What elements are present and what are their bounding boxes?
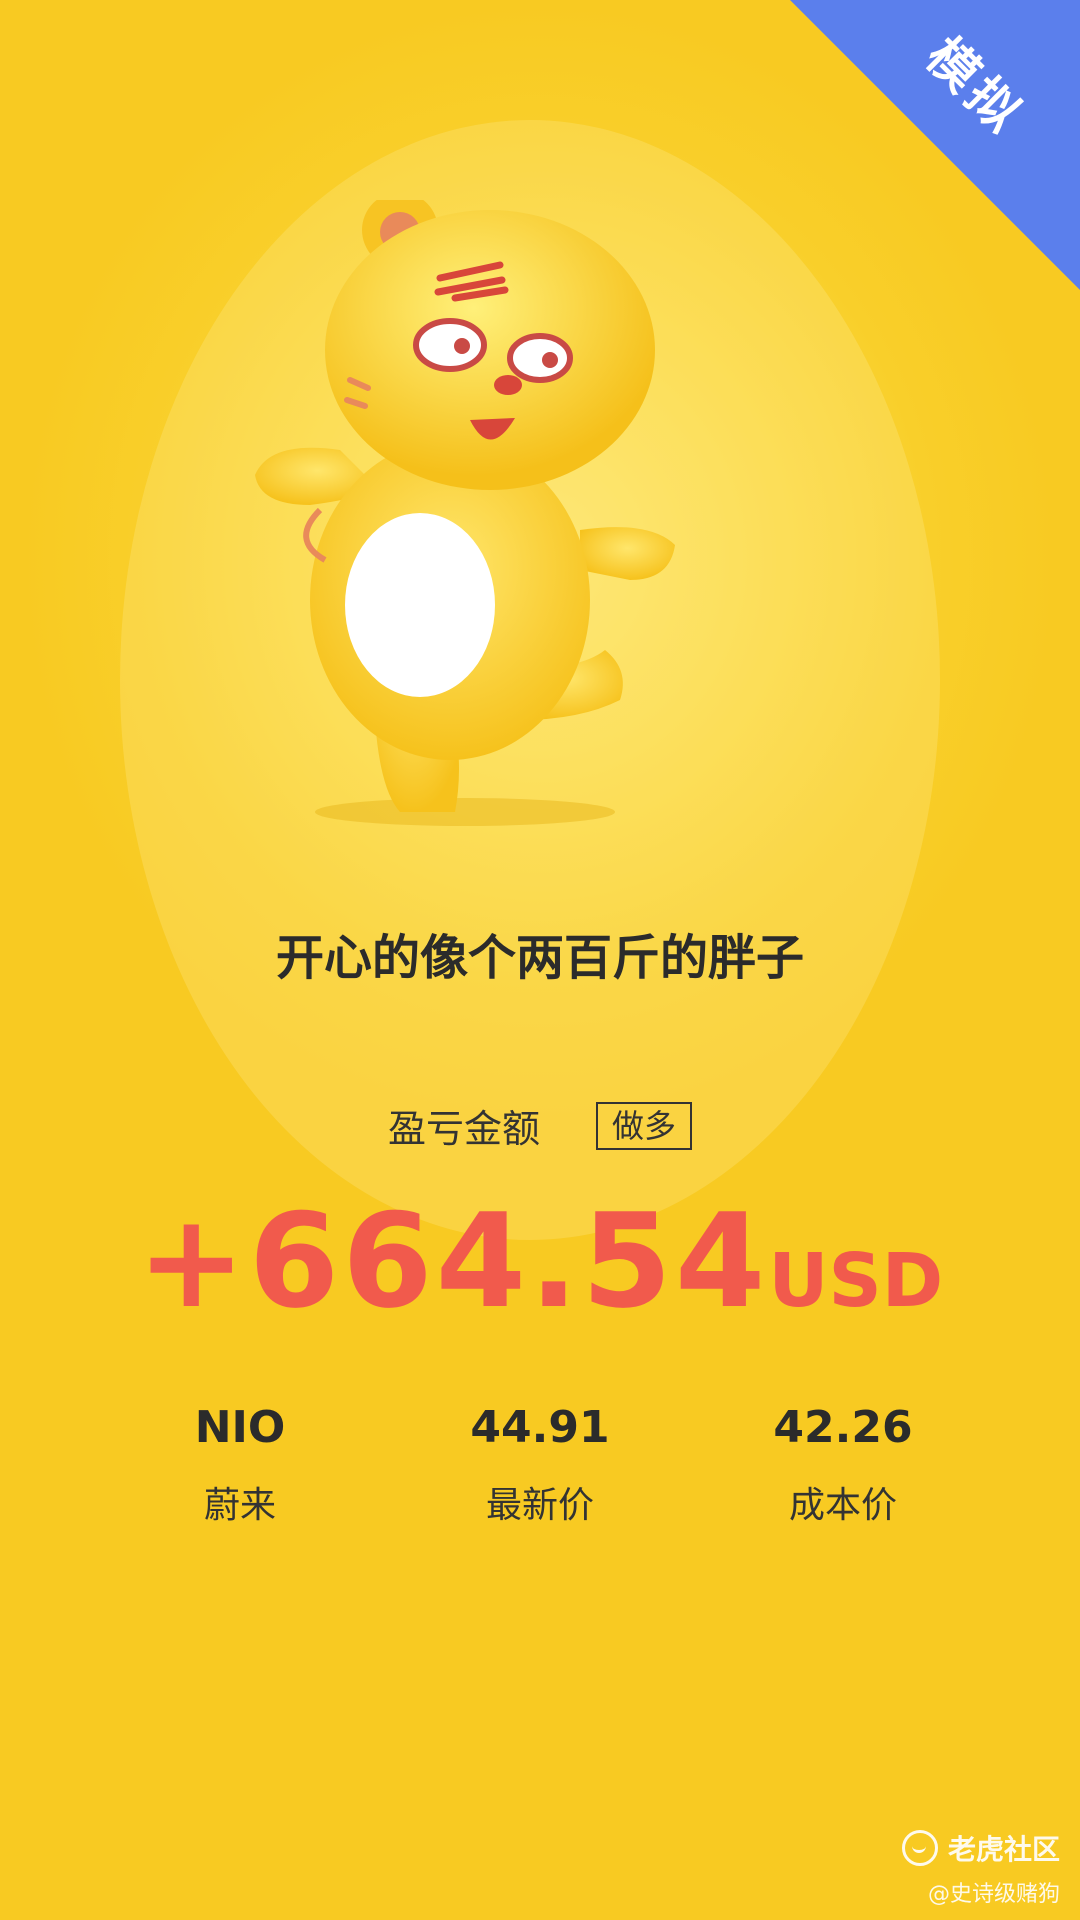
stat-cost-price: 42.26 成本价 bbox=[713, 1400, 973, 1528]
tiger-community-logo-icon bbox=[901, 1830, 938, 1866]
stat-latest-price: 44.91 最新价 bbox=[410, 1400, 670, 1528]
watermark-brand: 老虎社区 bbox=[901, 1828, 1060, 1868]
profit-label-row: 盈亏金额 做多 bbox=[0, 1098, 1080, 1153]
latest-price-label: 最新价 bbox=[485, 1485, 594, 1526]
tiger-mascot-icon bbox=[255, 200, 675, 826]
profit-value: +664.54 bbox=[136, 1185, 769, 1337]
profit-amount: +664.54USD bbox=[0, 1185, 1080, 1337]
cost-price-value: 42.26 bbox=[773, 1402, 913, 1453]
profit-label: 盈亏金额 bbox=[387, 1107, 540, 1151]
position-direction-badge: 做多 bbox=[596, 1101, 693, 1150]
stock-symbol: NIO bbox=[194, 1402, 286, 1453]
watermark-brand-text: 老虎社区 bbox=[947, 1833, 1060, 1866]
mood-slogan: 开心的像个两百斤的胖子 bbox=[275, 930, 804, 986]
watermark-user: @史诗级赌狗 bbox=[927, 1882, 1060, 1907]
latest-price-value: 44.91 bbox=[470, 1402, 610, 1453]
cost-price-label: 成本价 bbox=[788, 1485, 897, 1526]
stat-symbol: NIO 蔚来 bbox=[110, 1400, 370, 1528]
profit-unit: USD bbox=[768, 1238, 944, 1324]
stock-name: 蔚来 bbox=[203, 1485, 276, 1526]
